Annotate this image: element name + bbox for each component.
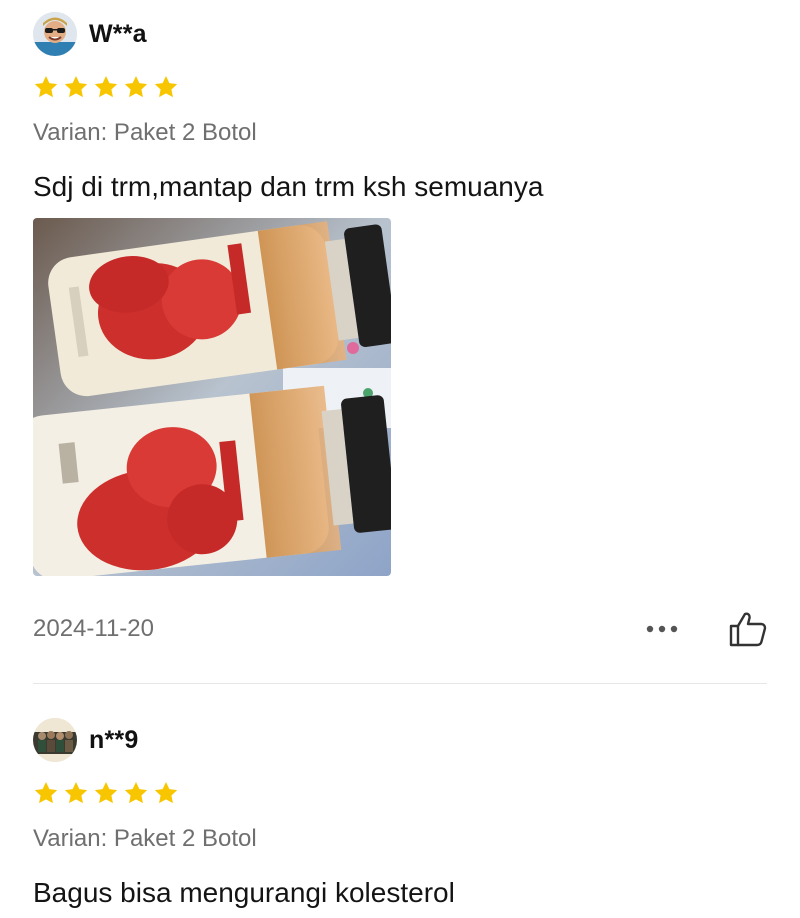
avatar-image — [33, 12, 77, 56]
star-icon — [64, 781, 88, 804]
review-photo-image — [33, 218, 391, 576]
star-icon — [94, 75, 118, 98]
star-rating — [33, 780, 767, 806]
review-text: Sdj di trm,mantap dan trm ksh semuanya — [33, 171, 544, 202]
star-icon — [64, 75, 88, 98]
variant-label: Varian: Paket 2 Botol — [33, 825, 257, 852]
avatar[interactable] — [33, 12, 77, 56]
star-icon — [154, 781, 178, 804]
review-date: 2024-11-20 — [33, 615, 154, 642]
star-icon — [154, 75, 178, 98]
star-rating — [33, 74, 767, 100]
avatar[interactable] — [33, 718, 77, 762]
review-item: W**a Varian: Paket 2 Botol Sdj di trm,ma… — [0, 12, 800, 649]
reviewer-name: n**9 — [89, 725, 139, 754]
reviewer-name: W**a — [89, 19, 147, 48]
review-actions — [645, 611, 767, 647]
star-icon — [94, 781, 118, 804]
review-divider — [33, 683, 767, 684]
reviewer-row: W**a — [33, 12, 767, 56]
review-list: W**a Varian: Paket 2 Botol Sdj di trm,ma… — [0, 0, 800, 918]
avatar-image — [33, 718, 77, 762]
review-footer: 2024-11-20 — [33, 609, 767, 649]
thumbs-up-icon[interactable] — [729, 611, 767, 647]
star-icon — [34, 781, 58, 804]
star-icon — [124, 75, 148, 98]
star-icon — [34, 75, 58, 98]
star-icon — [124, 781, 148, 804]
reviewer-row: n**9 — [33, 718, 767, 762]
review-photo[interactable] — [33, 218, 391, 576]
review-text: Bagus bisa mengurangi kolesterol — [33, 877, 455, 908]
more-options-icon[interactable] — [645, 624, 679, 634]
variant-label: Varian: Paket 2 Botol — [33, 119, 257, 146]
review-item: n**9 Varian: Paket 2 Botol Bagus bisa me… — [0, 718, 800, 910]
